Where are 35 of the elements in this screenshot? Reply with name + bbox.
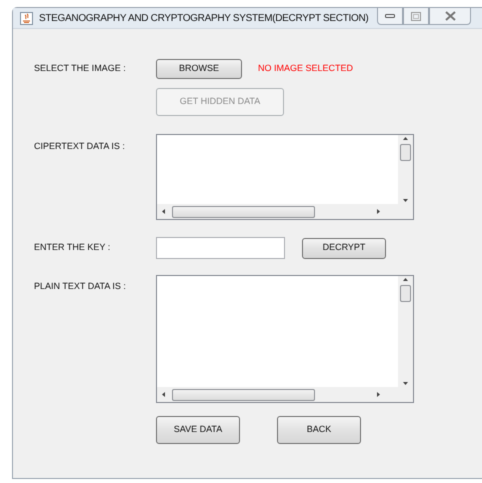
text-area[interactable] xyxy=(156,275,414,403)
right-arrow-icon[interactable] xyxy=(377,392,380,397)
field-label: SELECT THE IMAGE : xyxy=(34,62,127,76)
java-app-icon xyxy=(20,12,33,24)
field-label: ENTER THE KEY : xyxy=(34,241,112,254)
field-label: CIPERTEXT DATA IS : xyxy=(34,140,126,153)
up-arrow-icon[interactable] xyxy=(403,278,408,281)
down-arrow-icon[interactable] xyxy=(403,382,408,385)
close-icon xyxy=(444,11,456,21)
scroll-thumb[interactable] xyxy=(400,144,411,161)
scroll-thumb[interactable] xyxy=(172,206,315,218)
window-title: STEGANOGRAPHY AND CRYPTOGRAPHY SYSTEM(DECRYPT SECTION) xyxy=(39,12,368,26)
vertical-scrollbar[interactable] xyxy=(398,135,413,204)
text-area[interactable] xyxy=(156,134,414,220)
minimize-icon xyxy=(385,13,395,19)
right-arrow-icon[interactable] xyxy=(377,209,380,214)
vertical-scrollbar[interactable] xyxy=(398,276,413,387)
scroll-thumb[interactable] xyxy=(172,388,315,400)
browse-button[interactable]: BROWSE xyxy=(156,59,242,79)
down-arrow-icon[interactable] xyxy=(403,199,408,202)
up-arrow-icon[interactable] xyxy=(403,137,408,140)
decrypt-button[interactable]: DECRYPT xyxy=(302,238,386,258)
minimize-button[interactable] xyxy=(377,8,403,25)
action-button[interactable]: BACK xyxy=(277,416,361,444)
key-field[interactable] xyxy=(156,237,285,259)
close-button[interactable] xyxy=(429,8,471,25)
action-button[interactable]: SAVE DATA xyxy=(156,416,240,444)
status-text: NO IMAGE SELECTED xyxy=(258,62,354,76)
scroll-thumb[interactable] xyxy=(400,285,411,302)
left-arrow-icon[interactable] xyxy=(162,209,165,214)
field-label: PLAIN TEXT DATA IS : xyxy=(34,280,127,293)
horizontal-scrollbar[interactable] xyxy=(157,204,398,219)
left-arrow-icon[interactable] xyxy=(162,392,165,397)
maximize-icon xyxy=(411,12,421,20)
horizontal-scrollbar[interactable] xyxy=(157,387,398,402)
